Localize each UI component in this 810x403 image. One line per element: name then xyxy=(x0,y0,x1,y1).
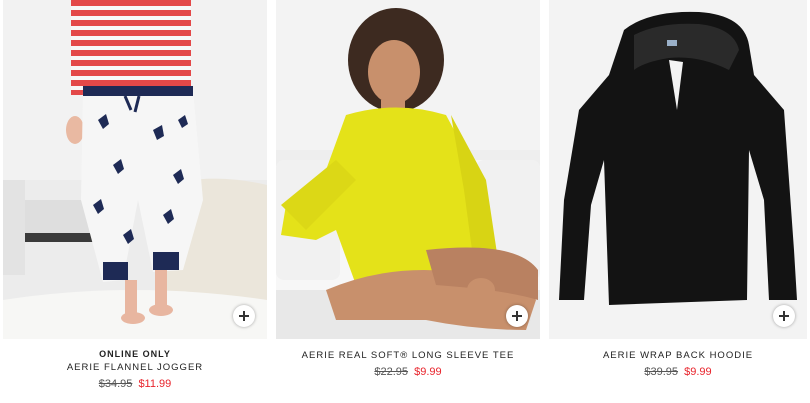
product-name[interactable]: AERIE WRAP BACK HOODIE xyxy=(549,349,807,362)
product-prices: $34.95 $11.99 xyxy=(3,377,267,391)
sale-price: $9.99 xyxy=(684,366,712,378)
product-card[interactable]: ONLINE ONLY AERIE FLANNEL JOGGER $34.95 … xyxy=(3,0,267,391)
product-prices: $22.95 $9.99 xyxy=(276,365,540,379)
product-image[interactable] xyxy=(276,0,540,339)
product-card[interactable]: AERIE REAL SOFT® LONG SLEEVE TEE $22.95 … xyxy=(276,0,540,379)
sale-price: $9.99 xyxy=(414,366,442,378)
quick-add-button[interactable] xyxy=(506,305,528,327)
online-only-badge: ONLINE ONLY xyxy=(99,349,171,359)
quick-add-button[interactable] xyxy=(233,305,255,327)
product-info: AERIE WRAP BACK HOODIE $39.95 $9.99 xyxy=(549,339,807,379)
product-info: ONLINE ONLY AERIE FLANNEL JOGGER $34.95 … xyxy=(3,339,267,391)
original-price: $22.95 xyxy=(374,366,409,378)
long-sleeve-tee-photo xyxy=(276,0,540,339)
product-grid: ONLINE ONLY AERIE FLANNEL JOGGER $34.95 … xyxy=(0,0,810,403)
product-card[interactable]: AERIE WRAP BACK HOODIE $39.95 $9.99 xyxy=(549,0,807,379)
sale-price: $11.99 xyxy=(138,378,172,390)
flannel-jogger-photo xyxy=(3,0,267,339)
plus-icon xyxy=(779,311,789,321)
original-price: $34.95 xyxy=(98,378,133,390)
quick-add-button[interactable] xyxy=(773,305,795,327)
original-price: $39.95 xyxy=(644,366,679,378)
product-image[interactable] xyxy=(549,0,807,339)
plus-icon xyxy=(512,311,522,321)
product-name[interactable]: AERIE FLANNEL JOGGER xyxy=(3,361,267,374)
product-prices: $39.95 $9.99 xyxy=(549,365,807,379)
product-info: AERIE REAL SOFT® LONG SLEEVE TEE $22.95 … xyxy=(276,339,540,379)
plus-icon xyxy=(239,311,249,321)
product-image[interactable] xyxy=(3,0,267,339)
wrap-back-hoodie-photo xyxy=(549,0,807,339)
product-name[interactable]: AERIE REAL SOFT® LONG SLEEVE TEE xyxy=(276,349,540,362)
